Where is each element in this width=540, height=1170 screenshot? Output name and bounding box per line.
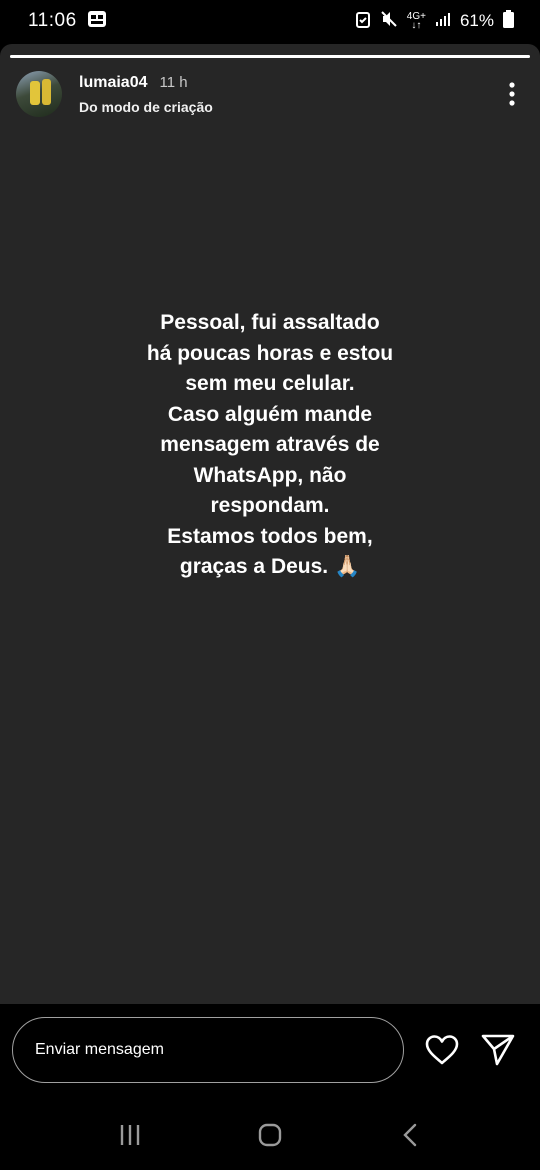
status-time: 11:06: [28, 10, 77, 31]
recents-button[interactable]: [105, 1110, 155, 1160]
alarm-icon: [355, 10, 371, 33]
story-progress-bar: [10, 55, 530, 58]
avatar[interactable]: [16, 71, 62, 117]
story-card[interactable]: lumaia04 11 h Do modo de criação Pessoal…: [0, 44, 540, 1004]
notification-app-icon: [87, 10, 107, 33]
more-options-button[interactable]: [498, 74, 526, 114]
story-text: Pessoal, fui assaltado há poucas horas e…: [146, 311, 394, 578]
home-icon: [258, 1123, 282, 1147]
network-type-icon: 4G+ ↓↑: [406, 11, 426, 31]
battery-icon: [503, 9, 514, 33]
back-icon: [403, 1123, 417, 1147]
send-button[interactable]: [480, 1032, 520, 1072]
battery-percent: 61%: [459, 11, 494, 30]
send-icon: [481, 1034, 515, 1066]
username[interactable]: lumaia04: [79, 74, 147, 92]
story-header: lumaia04 11 h Do modo de criação: [16, 70, 526, 118]
phone-screen: 11:06 4G+ ↓↑ 61% lumaia04 11 h Do modo d…: [0, 0, 540, 1170]
story-subtitle[interactable]: Do modo de criação: [79, 99, 213, 115]
signal-icon: [435, 11, 451, 32]
story-progress-fill: [10, 55, 530, 58]
system-nav-bar: [0, 1100, 540, 1170]
home-button[interactable]: [245, 1110, 295, 1160]
heart-icon: [425, 1035, 459, 1065]
back-button[interactable]: [385, 1110, 435, 1160]
network-type-label: 4G+: [406, 11, 426, 22]
like-button[interactable]: [424, 1034, 464, 1070]
message-input[interactable]: Enviar mensagem: [12, 1017, 404, 1083]
reply-bar: Enviar mensagem: [0, 1004, 540, 1096]
message-input-placeholder: Enviar mensagem: [35, 1041, 164, 1058]
more-vertical-icon: [509, 82, 515, 106]
recents-icon: [120, 1125, 140, 1145]
mute-icon: [380, 10, 398, 33]
story-time-ago: 11 h: [159, 73, 188, 91]
status-bar: 11:06 4G+ ↓↑ 61%: [0, 0, 540, 42]
